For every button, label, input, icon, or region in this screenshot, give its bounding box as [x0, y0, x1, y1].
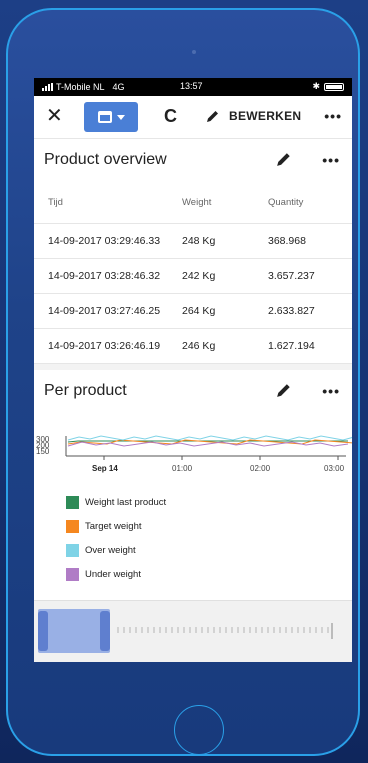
legend-item[interactable]: Under weight — [66, 562, 166, 586]
range-handle-left[interactable] — [38, 611, 48, 651]
legend-swatch — [66, 519, 79, 533]
chart-series — [67, 435, 352, 447]
phone-screen: T-Mobile NL 4G 13:57 ✱ ✕ C BEWERKEN ••• … — [34, 78, 352, 662]
legend-item[interactable]: Weight last product — [66, 490, 166, 514]
range-handle-right[interactable] — [100, 611, 110, 651]
legend-label: Weight last product — [85, 496, 167, 508]
chart-legend: Weight last product Target weight Over w… — [66, 490, 166, 586]
legend-label: Target weight — [85, 520, 142, 532]
legend-item[interactable]: Over weight — [66, 538, 166, 562]
series-line — [67, 435, 352, 441]
range-navigator[interactable] — [34, 600, 352, 662]
legend-label: Under weight — [85, 568, 141, 580]
home-button[interactable] — [174, 705, 224, 755]
y-tick-label: 150 — [36, 447, 50, 456]
x-tick-label: 02:00 — [250, 464, 271, 473]
phone-speaker — [192, 50, 196, 54]
x-tick-label: 03:00 — [324, 464, 345, 473]
legend-swatch — [66, 543, 79, 557]
x-tick-label: Sep 14 — [92, 464, 118, 473]
legend-swatch — [66, 567, 79, 581]
x-tick-label: 01:00 — [172, 464, 193, 473]
per-product-chart: 300 200 150 Sep 14 01:00 02:00 03:00 — [36, 435, 352, 473]
legend-swatch — [66, 495, 79, 509]
legend-item[interactable]: Target weight — [66, 514, 166, 538]
legend-label: Over weight — [85, 544, 136, 556]
